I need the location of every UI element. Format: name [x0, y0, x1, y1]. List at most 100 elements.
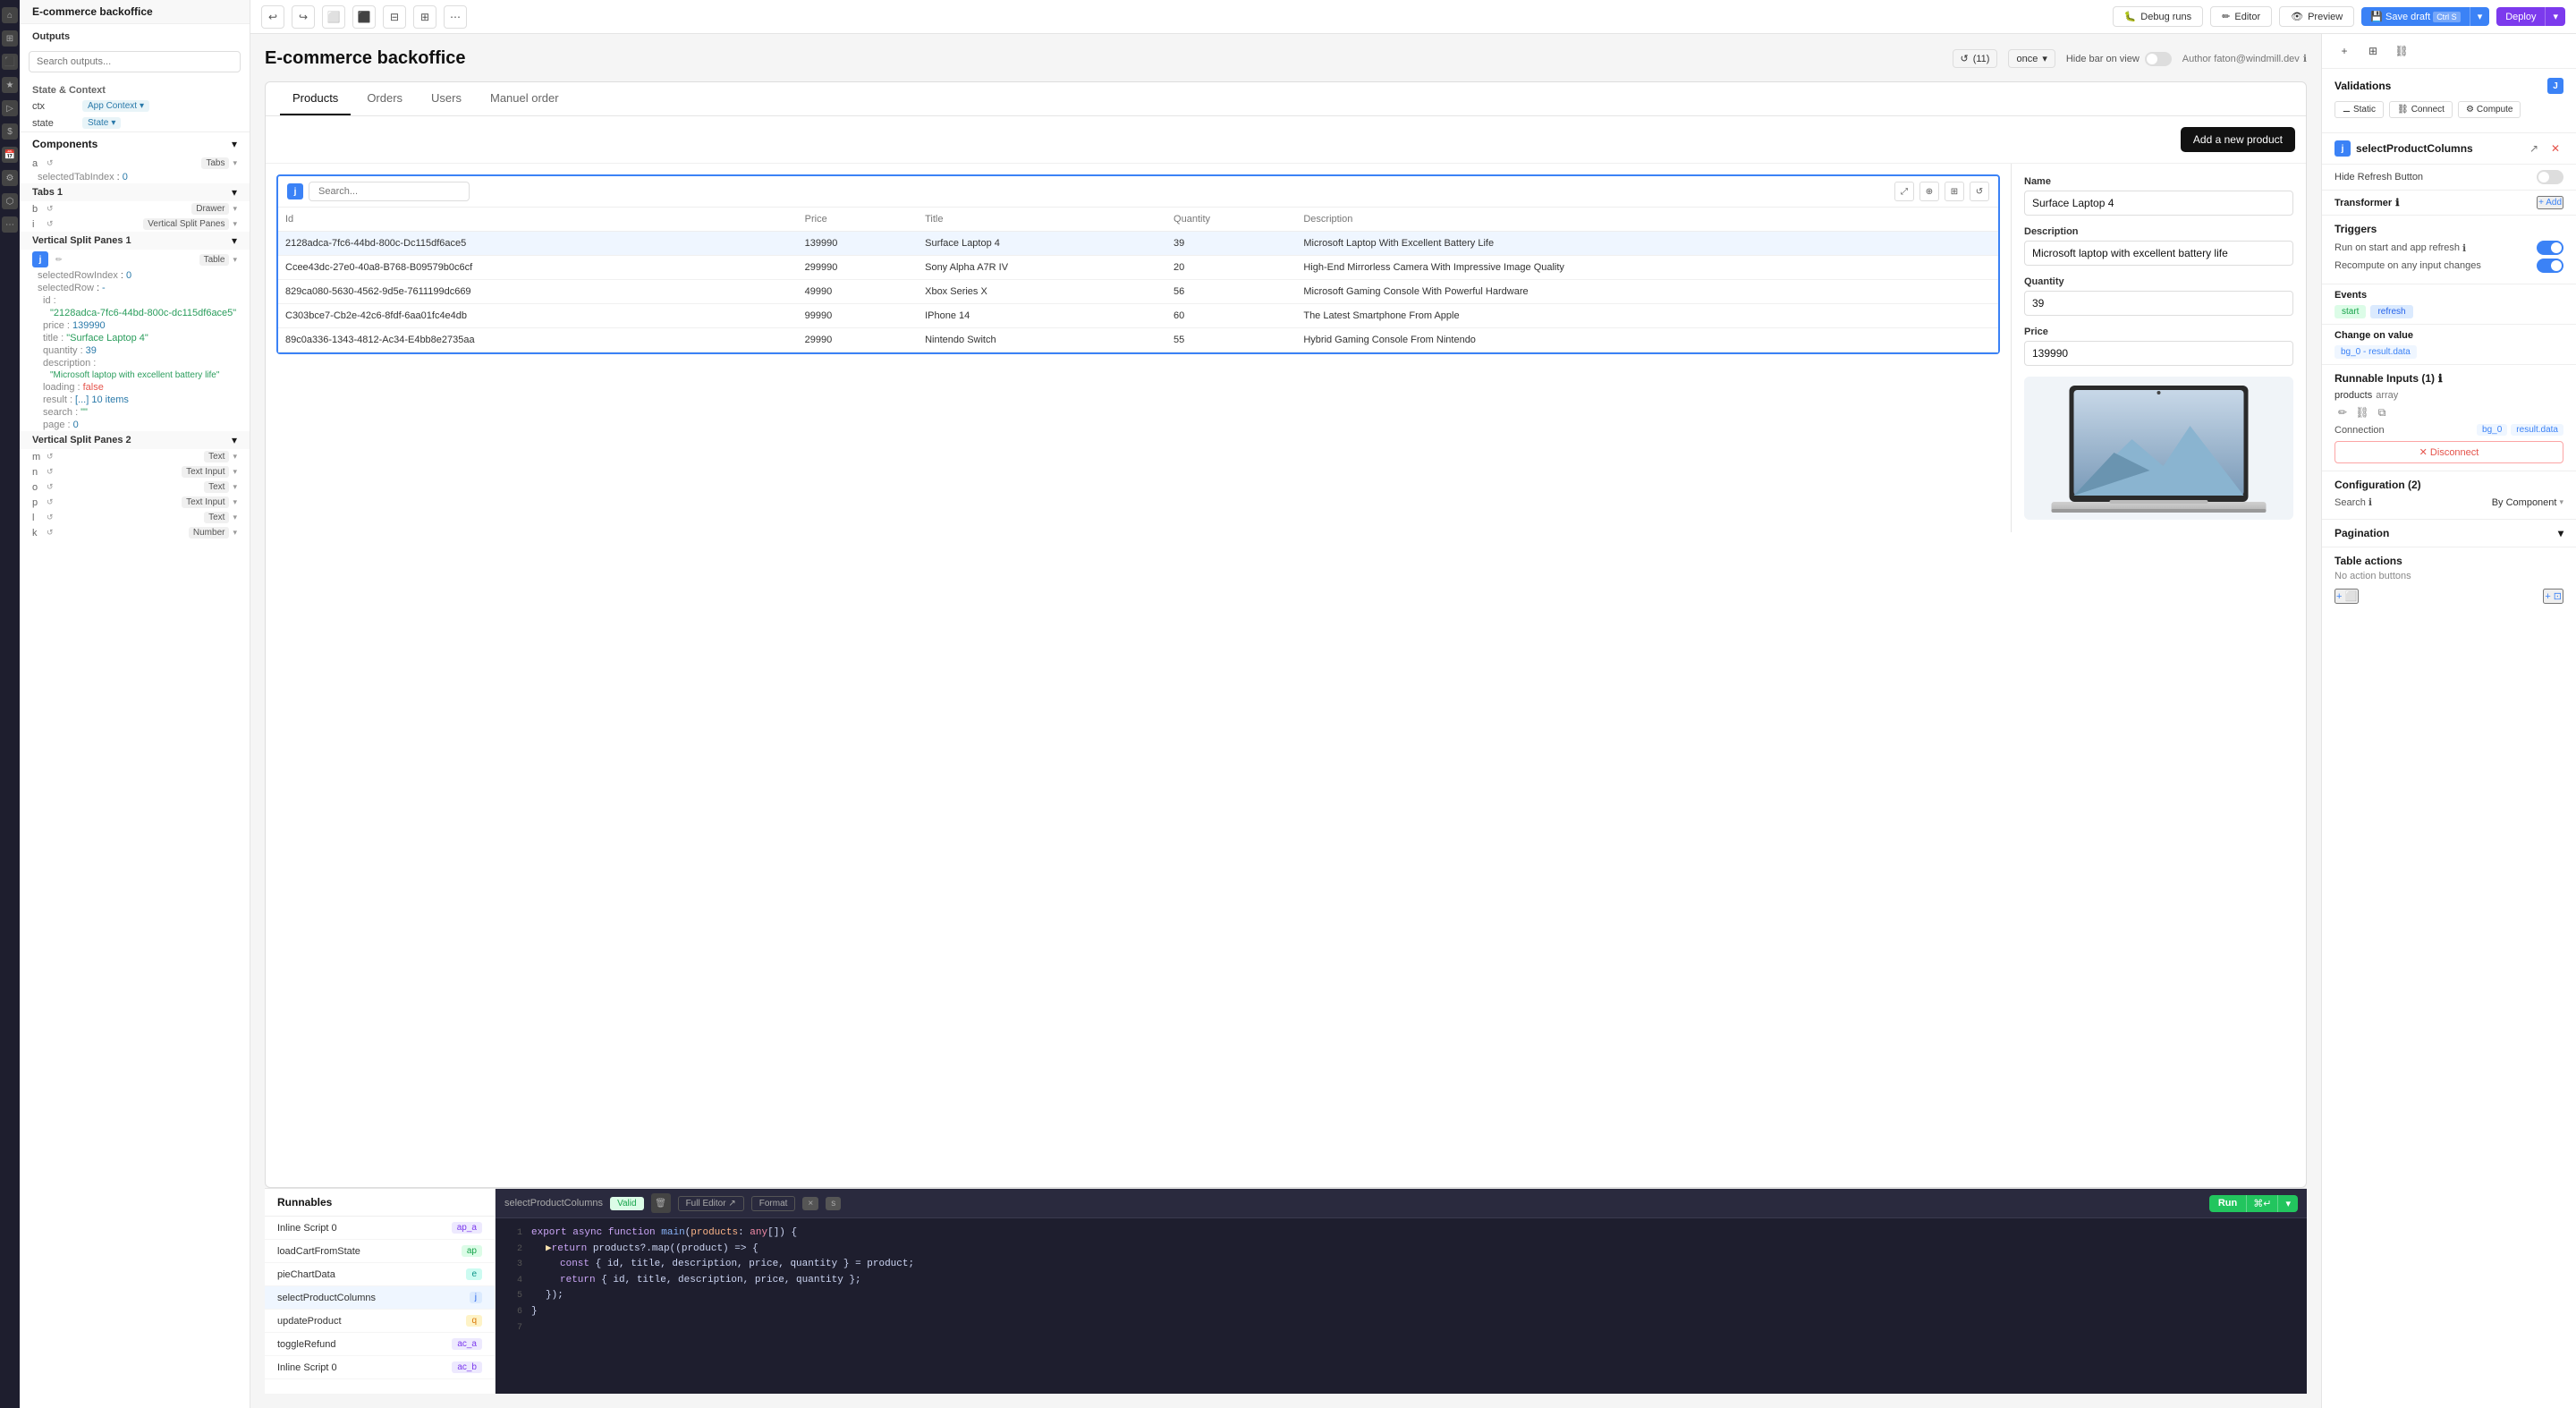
open-component-icon[interactable]: ↗ [2526, 140, 2542, 157]
sidebar-icon-play[interactable]: ▷ [2, 100, 18, 116]
table-row[interactable]: 829ca080-5630-4562-9d5e-7611199dc669 499… [278, 280, 1998, 304]
search-outputs-input[interactable] [29, 51, 241, 72]
save-draft-button[interactable]: 💾 Save draft Ctrl S [2361, 7, 2469, 26]
format-button[interactable]: Format [751, 1196, 796, 1211]
runnable-selectproduct[interactable]: selectProductColumns j [265, 1286, 495, 1310]
add-transformer-button[interactable]: + Add [2537, 196, 2563, 209]
l-refresh-icon[interactable]: ↺ [47, 513, 54, 522]
tab-orders[interactable]: Orders [354, 82, 415, 115]
full-editor-button[interactable]: Full Editor ↗ [678, 1196, 744, 1211]
runnable-piechartdata[interactable]: pieChartData e [265, 1263, 495, 1286]
description-input[interactable] [2024, 241, 2293, 266]
connect-button[interactable]: ⛓ Connect [2389, 101, 2453, 118]
sidebar-icon-dollar[interactable]: $ [2, 123, 18, 140]
runnable-inline-0[interactable]: Inline Script 0 ap_a [265, 1217, 495, 1240]
deploy-button[interactable]: Deploy [2496, 7, 2545, 26]
disconnect-button[interactable]: ✕ Disconnect [2334, 441, 2563, 463]
conn-tag-bg0[interactable]: bg_0 [2477, 424, 2507, 436]
sidebar-icon-grid[interactable]: ⊞ [2, 30, 18, 47]
tab-users[interactable]: Users [419, 82, 474, 115]
add-action-button-1[interactable]: + ⬜ [2334, 589, 2359, 604]
cov-badge[interactable]: bg_0 - result.data [2334, 345, 2417, 359]
event-start-tag[interactable]: start [2334, 305, 2366, 318]
once-badge[interactable]: once ▾ [2008, 49, 2055, 68]
preview-button[interactable]: 👁 Preview [2279, 6, 2354, 27]
rp-grid-icon[interactable]: ⊞ [2363, 41, 2383, 61]
table-row[interactable]: 2128adca-7fc6-44bd-800c-Dc115df6ace5 139… [278, 232, 1998, 256]
m-refresh-icon[interactable]: ↺ [47, 452, 54, 462]
static-button[interactable]: ⚊ Static [2334, 101, 2384, 118]
add-product-button[interactable]: Add a new product [2181, 127, 2295, 152]
tabs-refresh-icon[interactable]: ↺ [47, 158, 54, 168]
k-refresh-icon[interactable]: ↺ [47, 528, 54, 538]
sidebar-icon-home[interactable]: ⌂ [2, 7, 18, 23]
conn-tag-result[interactable]: result.data [2511, 424, 2563, 436]
run-button[interactable]: Run [2209, 1195, 2246, 1212]
table-refresh-icon[interactable]: ↺ [1970, 182, 1989, 201]
run-start-toggle[interactable] [2537, 241, 2563, 255]
drawer-refresh-icon[interactable]: ↺ [47, 204, 54, 214]
table-search-input[interactable] [309, 182, 470, 201]
name-input[interactable] [2024, 191, 2293, 216]
tabs-collapse-icon[interactable]: ▾ [233, 158, 237, 168]
n-refresh-icon[interactable]: ↺ [47, 467, 54, 477]
runnable-togglerefund[interactable]: toggleRefund ac_a [265, 1333, 495, 1356]
layout-grid-button[interactable]: ⊟ [383, 5, 406, 29]
runnable-inline-1[interactable]: Inline Script 0 ac_b [265, 1356, 495, 1379]
ctx-tag[interactable]: App Context ▾ [82, 100, 149, 112]
vsp-refresh-icon[interactable]: ↺ [47, 219, 54, 229]
table-expand-icon[interactable]: ⊕ [1919, 182, 1939, 201]
add-action-button-2[interactable]: + ⊡ [2543, 589, 2563, 604]
event-refresh-tag[interactable]: refresh [2370, 305, 2412, 318]
delete-code-button[interactable]: 🗑 [651, 1193, 671, 1213]
tab-products[interactable]: Products [280, 82, 351, 115]
runnable-loadcart[interactable]: loadCartFromState ap [265, 1240, 495, 1263]
run-arrow-button[interactable]: ▾ [2277, 1195, 2298, 1212]
table-row[interactable]: C303bce7-Cb2e-42c6-8fdf-6aa01fc4e4db 999… [278, 304, 1998, 328]
table-edit-icon[interactable]: ✏ [55, 255, 63, 265]
editor-button[interactable]: ✏ Editor [2210, 6, 2272, 27]
sidebar-icon-apps[interactable]: ⬛ [2, 54, 18, 70]
price-input[interactable] [2024, 341, 2293, 366]
layout-expand-button[interactable]: ⊞ [413, 5, 436, 29]
refresh-count-badge[interactable]: ↺ (11) [1953, 49, 1998, 68]
hide-refresh-toggle[interactable] [2537, 170, 2563, 184]
save-draft-arrow-button[interactable]: ▾ [2470, 7, 2490, 26]
top-bar: ↩ ↪ ⬜ ⬛ ⊟ ⊞ ⋯ 🐛 Debug runs ✏ Editor 👁 [250, 0, 2576, 34]
p-refresh-icon[interactable]: ↺ [47, 497, 54, 507]
edit-component-icon[interactable]: ✕ [2547, 140, 2563, 157]
state-tag[interactable]: State ▾ [82, 117, 121, 129]
o-refresh-icon[interactable]: ↺ [47, 482, 54, 492]
rp-plus-icon[interactable]: + [2334, 41, 2354, 61]
hide-bar-switch[interactable] [2145, 52, 2172, 66]
search-config-row: Search ℹ By Component ▾ [2334, 496, 2563, 508]
input-edit-icon[interactable]: ✏ [2334, 404, 2351, 420]
search-config-value[interactable]: By Component ▾ [2492, 497, 2563, 508]
sidebar-icon-github[interactable]: ⬡ [2, 193, 18, 209]
table-settings-icon[interactable]: ⊞ [1945, 182, 1964, 201]
sidebar-icon-settings[interactable]: ⚙ [2, 170, 18, 186]
deploy-arrow-button[interactable]: ▾ [2545, 7, 2565, 26]
table-fullscreen-icon[interactable]: ⤢ [1894, 182, 1914, 201]
sidebar-icon-more[interactable]: ⋯ [2, 216, 18, 233]
cell-description: Microsoft Gaming Console With Powerful H… [1296, 280, 1998, 304]
input-copy-icon[interactable]: ⧉ [2374, 404, 2390, 420]
sidebar-icon-calendar[interactable]: 📅 [2, 147, 18, 163]
input-link-icon[interactable]: ⛓ [2354, 404, 2370, 420]
redo-button[interactable]: ↪ [292, 5, 315, 29]
quantity-input[interactable] [2024, 291, 2293, 316]
recompute-toggle[interactable] [2537, 259, 2563, 273]
debug-runs-button[interactable]: 🐛 Debug runs [2113, 6, 2204, 27]
rp-chain-icon[interactable]: ⛓ [2392, 41, 2411, 61]
undo-button[interactable]: ↩ [261, 5, 284, 29]
runnable-updateproduct[interactable]: updateProduct q [265, 1310, 495, 1333]
table-row[interactable]: 89c0a336-1343-4812-Ac34-E4bb8e2735aa 299… [278, 328, 1998, 352]
layout-split-button[interactable]: ⬛ [352, 5, 376, 29]
pagination-section[interactable]: Pagination ▾ [2322, 520, 2576, 547]
tab-manuel-order[interactable]: Manuel order [478, 82, 572, 115]
more-options-button[interactable]: ⋯ [444, 5, 467, 29]
table-row[interactable]: Ccee43dc-27e0-40a8-B768-B09579b0c6cf 299… [278, 256, 1998, 280]
layout-single-button[interactable]: ⬜ [322, 5, 345, 29]
sidebar-icon-star[interactable]: ★ [2, 77, 18, 93]
compute-button[interactable]: ⚙ Compute [2458, 101, 2521, 118]
